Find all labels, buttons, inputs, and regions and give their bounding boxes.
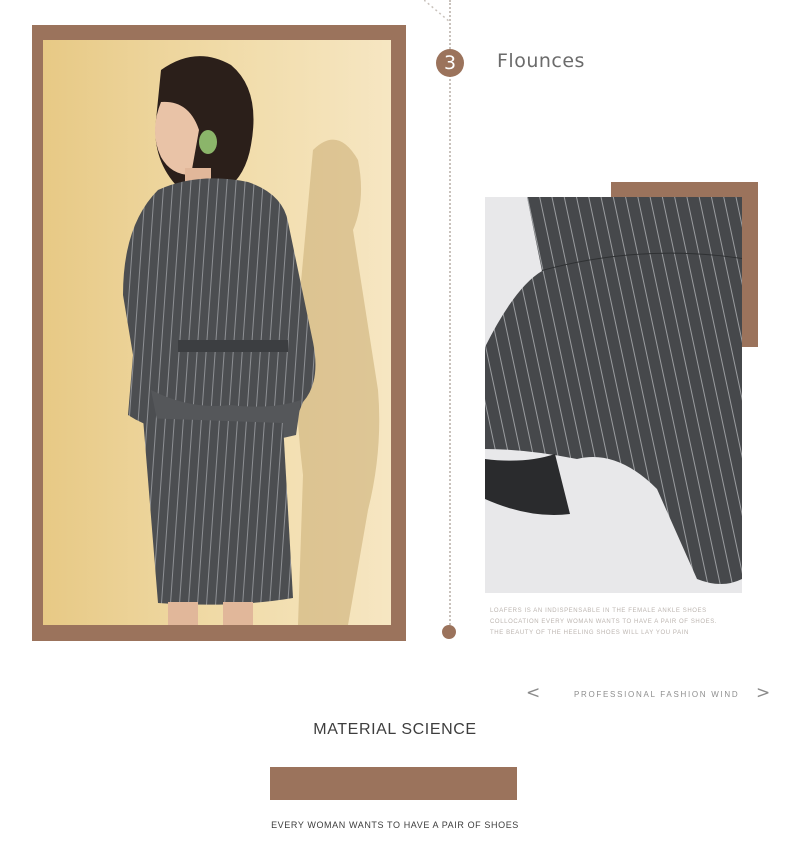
section-title: MATERIAL SCIENCE [313,721,477,738]
feature-title: Flounces [497,50,585,72]
photo-caption: LOAFERS IS AN INDISPENSABLE IN THE FEMAL… [490,608,718,636]
timeline-line [449,0,451,632]
section-tagline: EVERY WOMAN WANTS TO HAVE A PAIR OF SHOE… [271,820,519,830]
flounce-detail-photo [485,197,742,593]
decorative-bar [270,767,517,800]
step-number-badge: 3 [436,49,464,77]
chevron-left-icon[interactable]: < [526,683,540,703]
model-photo [43,40,391,625]
chevron-right-icon[interactable]: > [756,683,770,703]
timeline-connector [424,0,451,23]
slider-label: PROFESSIONAL FASHION WIND [574,690,740,699]
timeline-dot [442,625,456,639]
